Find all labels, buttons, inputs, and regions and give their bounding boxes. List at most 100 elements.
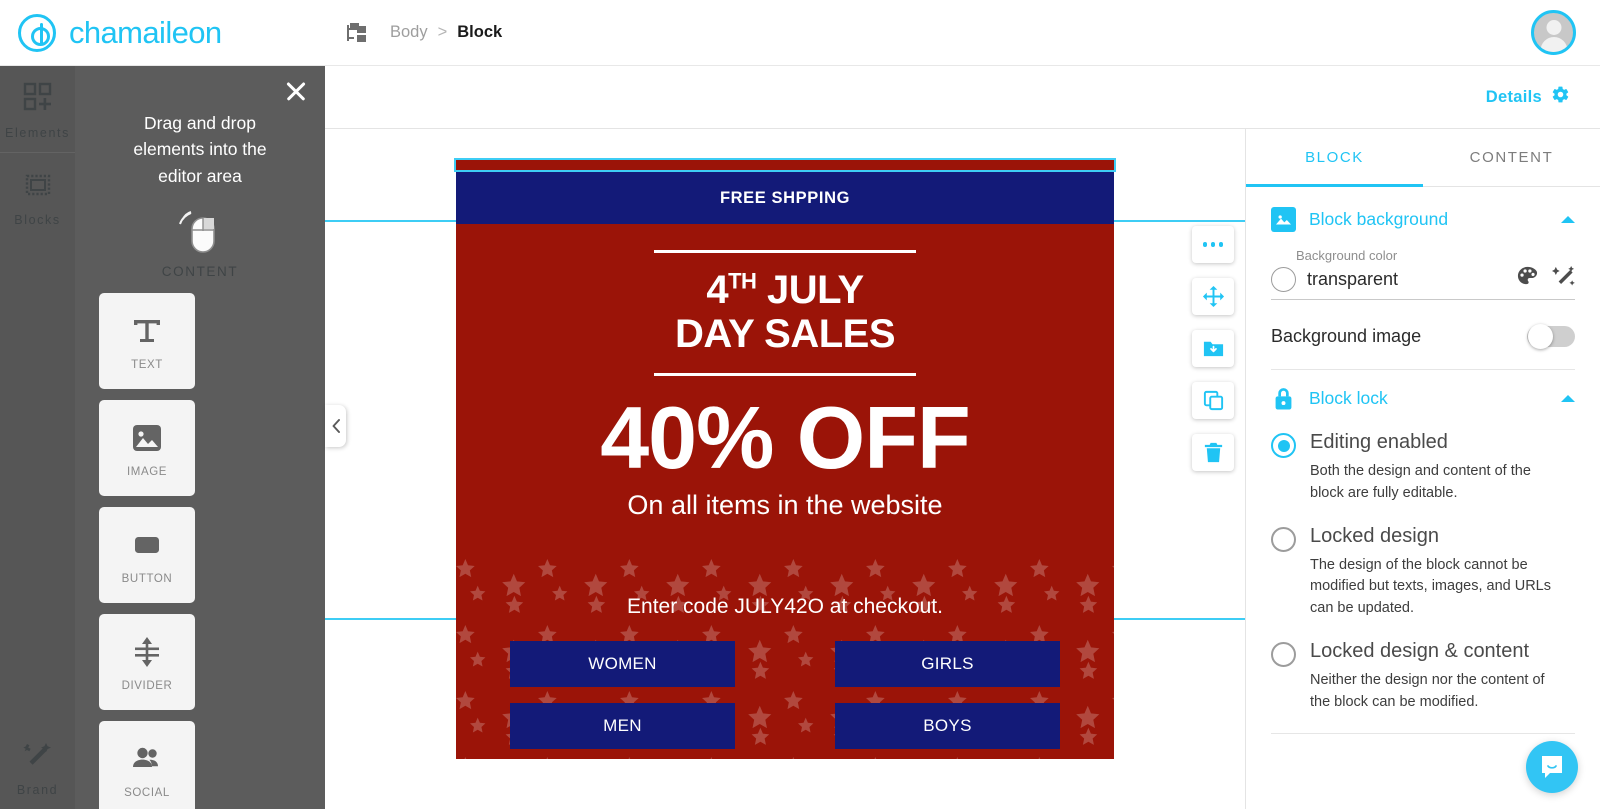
move-icon[interactable] xyxy=(1192,278,1234,315)
cta-button-girls[interactable]: GIRLS xyxy=(835,641,1060,687)
add-elements-icon xyxy=(23,82,51,111)
background-image-label: Background image xyxy=(1271,326,1422,346)
properties-panel: BLOCK CONTENT Block background Backgroun… xyxy=(1245,129,1600,809)
palette-icon[interactable] xyxy=(1516,265,1539,293)
cta-button-women[interactable]: WOMEN xyxy=(510,641,735,687)
radio-locked-design-content[interactable] xyxy=(1271,641,1296,667)
block-toolbar xyxy=(1192,226,1234,486)
hero-block[interactable]: 4TH JULY DAY SALES 40% OFF On all items … xyxy=(456,224,1114,559)
divider xyxy=(1271,733,1575,735)
hero-headline-first: 4TH JULY xyxy=(456,269,1114,311)
lock-option-2-title: Locked design & content xyxy=(1310,639,1530,662)
top-bar: chamaileon Body > Block xyxy=(0,0,1600,66)
lock-option-2-desc: Neither the design nor the content of th… xyxy=(1310,671,1545,710)
element-tile-social-label: SOCIAL xyxy=(124,786,170,799)
panel-tiles-content: TEXT IMAGE BUTTON DIVIDER SOCIAL xyxy=(75,293,325,809)
breadcrumb-current[interactable]: Block xyxy=(457,23,502,42)
gear-icon xyxy=(1551,85,1570,109)
block-lock-header[interactable]: Block lock xyxy=(1271,386,1575,411)
more-options-icon[interactable] xyxy=(1192,226,1234,263)
element-tile-image-label: IMAGE xyxy=(126,465,168,478)
hero-rule-top xyxy=(654,250,916,253)
properties-tabs: BLOCK CONTENT xyxy=(1246,129,1600,187)
save-to-folder-icon[interactable] xyxy=(1192,330,1234,367)
trash-icon[interactable] xyxy=(1192,434,1234,471)
free-shipping-banner[interactable]: FREE SHPPING xyxy=(456,172,1114,224)
sidebar-item-elements-label: Elements xyxy=(5,126,70,140)
radio-editing-enabled[interactable] xyxy=(1271,433,1296,458)
sidebar-item-brand[interactable]: Brand xyxy=(0,741,75,797)
element-tile-image[interactable]: IMAGE xyxy=(99,400,195,496)
promo-code-text[interactable]: Enter code JULY42O at checkout. xyxy=(456,595,1114,619)
element-tile-text[interactable]: TEXT xyxy=(99,293,195,389)
background-color-value: transparent xyxy=(1307,268,1399,289)
lock-icon xyxy=(1271,386,1296,411)
collapse-panel-button[interactable] xyxy=(325,405,346,447)
hero-rule-bottom xyxy=(654,373,916,376)
text-t-icon xyxy=(130,312,164,350)
hero-number: 4 xyxy=(706,268,729,312)
tab-block[interactable]: BLOCK xyxy=(1246,129,1423,187)
hero-month: JULY xyxy=(756,268,864,312)
background-color-field[interactable]: transparent xyxy=(1271,265,1575,300)
tab-content[interactable]: CONTENT xyxy=(1423,129,1600,186)
background-color-label: Background color xyxy=(1296,248,1398,263)
breadcrumb-root[interactable]: Body xyxy=(390,23,428,42)
lock-option-locked-design[interactable]: Locked design The design of the block ca… xyxy=(1271,525,1575,620)
details-button[interactable]: Details xyxy=(1486,85,1570,109)
details-bar: Details xyxy=(325,66,1600,129)
element-tile-divider-label: DIVIDER xyxy=(121,679,173,692)
sidebar-item-brand-label: Brand xyxy=(16,783,59,797)
block-background-title: Block background xyxy=(1309,209,1449,229)
color-swatch[interactable] xyxy=(1271,266,1296,292)
hero-headline-second: DAY SALES xyxy=(674,312,896,356)
avatar[interactable] xyxy=(1531,10,1576,55)
block-background-header[interactable]: Block background xyxy=(1271,207,1575,232)
discount-subtitle[interactable]: On all items in the website xyxy=(456,490,1114,521)
email-template[interactable]: FREE SHPPING 4TH JULY DAY SALES 40% OFF … xyxy=(456,160,1114,799)
tree-hierarchy-icon[interactable] xyxy=(346,22,368,43)
image-icon xyxy=(1271,207,1296,232)
details-label: Details xyxy=(1485,87,1542,106)
email-top-strip xyxy=(456,160,1114,172)
magic-wand-icon xyxy=(22,743,51,765)
cta-button-boys[interactable]: BOYS xyxy=(835,703,1060,749)
cta-grid: WOMEN GIRLS MEN BOYS xyxy=(456,641,1114,749)
caret-up-icon[interactable] xyxy=(1561,395,1575,402)
button-icon xyxy=(130,526,164,564)
cta-button-men[interactable]: MEN xyxy=(510,703,735,749)
element-tile-text-label: TEXT xyxy=(131,358,163,371)
divider-icon xyxy=(130,633,164,671)
element-tile-button-label: BUTTON xyxy=(121,572,173,585)
breadcrumb: Body > Block xyxy=(390,23,502,42)
social-people-icon xyxy=(130,740,164,778)
sidebar-item-elements[interactable]: Elements xyxy=(0,66,75,152)
panel-section-content-title: CONTENT xyxy=(161,264,239,279)
discount-headline[interactable]: 40% OFF xyxy=(456,394,1114,482)
chevron-left-icon xyxy=(332,419,340,433)
caret-up-icon[interactable] xyxy=(1561,216,1575,223)
lock-option-editing-enabled[interactable]: Editing enabled Both the design and cont… xyxy=(1271,431,1575,505)
editor-canvas[interactable]: FREE SHPPING 4TH JULY DAY SALES 40% OFF … xyxy=(325,129,1245,809)
close-icon[interactable] xyxy=(281,76,311,106)
duplicate-icon[interactable] xyxy=(1192,382,1234,419)
background-image-toggle[interactable] xyxy=(1527,324,1575,349)
background-image-row: Background image xyxy=(1271,324,1575,349)
breadcrumb-separator: > xyxy=(437,23,448,41)
magic-wand-icon[interactable] xyxy=(1552,265,1575,293)
element-tile-social[interactable]: SOCIAL xyxy=(99,721,195,809)
radio-locked-design[interactable] xyxy=(1271,526,1296,552)
lock-option-1-desc: The design of the block cannot be modifi… xyxy=(1310,556,1551,617)
element-tile-divider[interactable]: DIVIDER xyxy=(99,614,195,710)
lock-option-0-desc: Both the design and content of the block… xyxy=(1310,463,1531,501)
lock-option-locked-design-content[interactable]: Locked design & content Neither the desi… xyxy=(1271,640,1575,714)
sidebar-item-blocks-label: Blocks xyxy=(14,213,61,227)
at-sign-icon xyxy=(18,13,56,52)
promo-block[interactable]: Enter code JULY42O at checkout. WOMEN GI… xyxy=(456,559,1114,799)
element-tile-button[interactable]: BUTTON xyxy=(99,507,195,603)
chat-bubble-icon[interactable] xyxy=(1526,741,1578,793)
app-logo[interactable]: chamaileon xyxy=(0,13,330,52)
sidebar-item-blocks[interactable]: Blocks xyxy=(0,152,75,239)
user-avatar-icon xyxy=(1531,10,1576,55)
brand-name: chamaileon xyxy=(69,14,222,50)
